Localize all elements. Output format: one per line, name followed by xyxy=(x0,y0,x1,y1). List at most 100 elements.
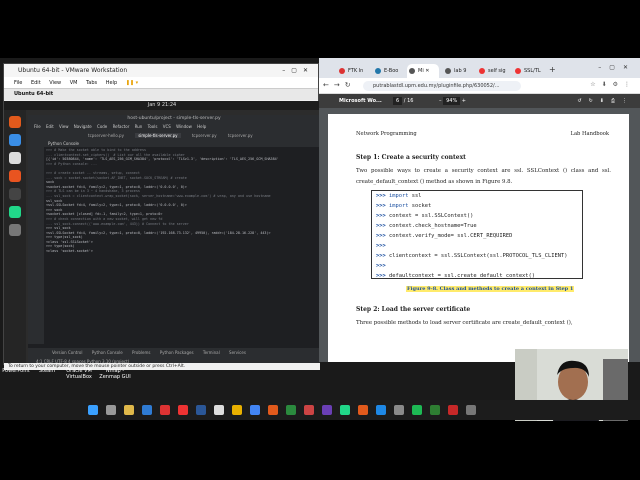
browser-window-controls[interactable]: –▢✕ xyxy=(598,64,636,71)
desktop-icon-steam[interactable]: Steam xyxy=(36,368,58,374)
app-icon[interactable] xyxy=(286,405,296,415)
software-icon[interactable] xyxy=(9,170,21,182)
pinterest-icon[interactable] xyxy=(178,405,188,415)
ide-menu-view[interactable]: View xyxy=(59,124,69,129)
ubuntu-dock xyxy=(4,110,26,366)
app-icon[interactable] xyxy=(268,405,278,415)
nav-buttons[interactable]: ←→↻ xyxy=(323,81,356,89)
zoom-control[interactable]: – 94% + xyxy=(439,94,466,108)
page-current[interactable]: 6 xyxy=(393,97,403,105)
desktop-icon-virtualbox[interactable]: Oracle VM VirtualBox xyxy=(64,368,94,380)
code-text: socket xyxy=(408,203,432,209)
edge-icon[interactable] xyxy=(142,405,152,415)
menu-file[interactable]: File xyxy=(14,80,22,86)
ide-menu-run[interactable]: Run xyxy=(135,124,143,129)
ide-menu-file[interactable]: File xyxy=(34,124,41,129)
app-icon[interactable] xyxy=(304,405,314,415)
ide-menu-tools[interactable]: Tools xyxy=(148,124,158,129)
terminal-icon[interactable] xyxy=(9,188,21,200)
project-tool-strip[interactable] xyxy=(28,140,44,344)
pause-icon[interactable]: ❚❚ ▾ xyxy=(126,80,138,86)
code-line: >>> xyxy=(376,261,578,271)
app-icon[interactable] xyxy=(214,405,224,415)
zoom-level[interactable]: 94% xyxy=(443,97,461,105)
tool-version-control[interactable]: Version Control xyxy=(52,350,82,355)
browser-tab[interactable]: FTK In xyxy=(337,64,363,78)
ide-tabs: tcpserver-hello.py simple-tls-server.py … xyxy=(28,131,320,140)
ide-menu-window[interactable]: Window xyxy=(176,124,192,129)
ide-menu-help[interactable]: Help xyxy=(197,124,206,129)
page-header-right: Lab Handbook xyxy=(570,131,610,137)
page-total: 16 xyxy=(407,98,414,104)
start-icon[interactable] xyxy=(88,405,98,415)
ide-tab-active[interactable]: simple-tls-server.py xyxy=(135,133,181,138)
vm-tab[interactable]: Ubuntu 64-bit xyxy=(4,89,318,100)
code-line: >>> clientcontext = ssl.SSLContext(ssl.P… xyxy=(376,251,578,261)
app-icon[interactable] xyxy=(376,405,386,415)
browser-tab[interactable]: lab 9 xyxy=(443,64,466,78)
ide-menu-navigate[interactable]: Navigate xyxy=(74,124,92,129)
ide-tab[interactable]: tcpserver-hello.py xyxy=(88,133,124,138)
code-line: >>> import socket xyxy=(376,201,578,211)
tab-label: lab 9 xyxy=(454,68,467,74)
app-icon[interactable] xyxy=(232,405,242,415)
ide-menu-vcs[interactable]: VCS xyxy=(163,124,171,129)
pdf-actions[interactable]: ↺↻⬇⎙⋮ xyxy=(577,94,634,108)
code-line: >>> context = ssl.SSLContext() xyxy=(376,211,578,221)
page-indicator[interactable]: 6 / 16 xyxy=(393,94,413,108)
url-field[interactable]: putrablastdl.upm.edu.my/pluginfile.php/6… xyxy=(363,81,521,91)
code-text: ssl xyxy=(408,193,422,199)
files-icon[interactable] xyxy=(9,152,21,164)
firefox-icon[interactable] xyxy=(9,116,21,128)
app-icon[interactable] xyxy=(160,405,170,415)
search-icon[interactable] xyxy=(106,405,116,415)
app-icon[interactable] xyxy=(448,405,458,415)
file-explorer-icon[interactable] xyxy=(124,405,134,415)
ide-tab[interactable]: tcpserver.py xyxy=(228,133,253,138)
pdf-toolbar: Microsoft Wo... 6 / 16 – 94% + ↺↻⬇⎙⋮ xyxy=(319,94,640,108)
new-tab-button[interactable]: + xyxy=(549,64,556,76)
desktop-icons: PowerPoint Steam Oracle VM VirtualBox Nm… xyxy=(0,368,320,383)
app-icon[interactable] xyxy=(322,405,332,415)
apps-grid-icon[interactable] xyxy=(9,224,21,236)
desktop-icon-nmap[interactable]: Nmap - Zenmap GUI xyxy=(98,368,132,380)
app-icon[interactable] xyxy=(466,405,476,415)
app-icon[interactable] xyxy=(394,405,404,415)
python-console-output[interactable]: >>> # Make the socket able to bind to th… xyxy=(46,148,318,254)
menu-tabs[interactable]: Tabs xyxy=(86,80,97,86)
tab-label: SSL/TL xyxy=(524,68,541,74)
tool-python-console[interactable]: Python Console xyxy=(92,350,123,355)
ide-menu-refactor[interactable]: Refactor xyxy=(113,124,130,129)
ide-menu-code[interactable]: Code xyxy=(97,124,107,129)
browser-tab-active[interactable]: Mi ✕ xyxy=(407,64,439,78)
app-icon[interactable] xyxy=(196,405,206,415)
toolbar-icons[interactable]: ☆⬇⚙⋮ xyxy=(590,81,636,88)
desktop-icon-powerpoint[interactable]: PowerPoint xyxy=(2,368,30,374)
menu-edit[interactable]: Edit xyxy=(31,80,41,86)
pycharm-taskbar-icon[interactable] xyxy=(340,405,350,415)
menu-vm[interactable]: VM xyxy=(70,80,78,86)
app-icon[interactable] xyxy=(358,405,368,415)
menu-help[interactable]: Help xyxy=(106,80,117,86)
browser-tab[interactable]: E-Boo xyxy=(373,64,398,78)
ide-tab[interactable]: tcpserver.py xyxy=(192,133,217,138)
browser-tab[interactable]: self sig xyxy=(477,64,506,78)
browser-tab[interactable]: SSL/TL xyxy=(513,64,541,78)
chrome-icon[interactable] xyxy=(250,405,260,415)
pdf-page: Network Programming Lab Handbook Step 1:… xyxy=(328,114,629,362)
pycharm-window: host-ubuntu/project - simple-tls-server.… xyxy=(28,115,320,366)
pycharm-icon[interactable] xyxy=(9,206,21,218)
tab-label: Mi xyxy=(418,68,424,74)
thunderbird-icon[interactable] xyxy=(9,134,21,146)
menu-view[interactable]: View xyxy=(49,80,61,86)
ide-menu-edit[interactable]: Edit xyxy=(46,124,54,129)
tool-terminal[interactable]: Terminal xyxy=(203,350,220,355)
screen: Ubuntu 64-bit - VMware Workstation –▢✕ F… xyxy=(0,0,640,480)
window-controls[interactable]: –▢✕ xyxy=(282,64,314,77)
tool-services[interactable]: Services xyxy=(229,350,246,355)
tool-problems[interactable]: Problems xyxy=(132,350,150,355)
spotify-icon[interactable] xyxy=(412,405,422,415)
code-line: >>> import ssl xyxy=(376,191,578,201)
app-icon[interactable] xyxy=(430,405,440,415)
tool-python-packages[interactable]: Python Packages xyxy=(160,350,194,355)
